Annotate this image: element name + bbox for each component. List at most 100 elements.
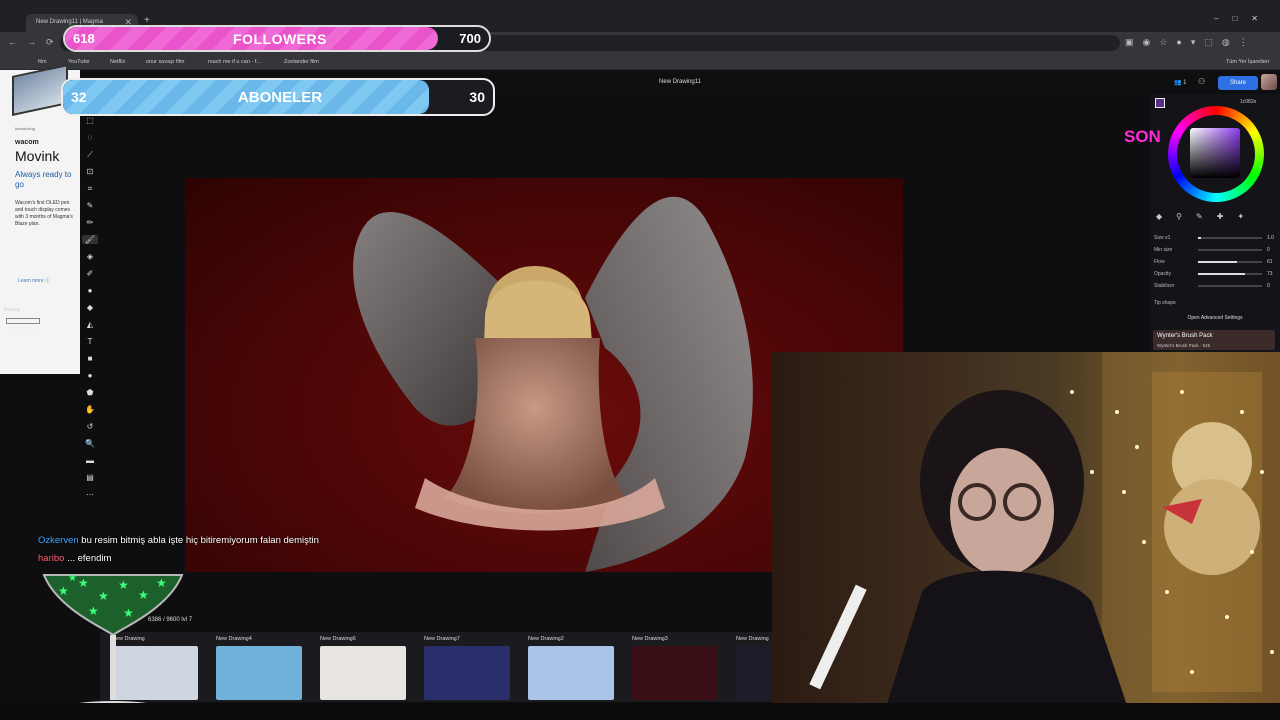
stabilizer-value: 0 — [1267, 283, 1270, 289]
extension-icons[interactable]: ▣◉☆●▾⬚◍⋮ — [1125, 37, 1257, 48]
eraser-icon[interactable]: ◈ — [82, 252, 98, 261]
svg-text:★: ★ — [156, 576, 167, 590]
gallery-thumbnail[interactable] — [424, 646, 510, 700]
svg-text:★: ★ — [118, 578, 129, 592]
ellipse-icon[interactable]: ● — [82, 371, 98, 380]
hex-value[interactable]: 1c082e — [1240, 99, 1256, 105]
gallery-thumbnail[interactable] — [528, 646, 614, 700]
gallery-card[interactable]: New Drawing6 — [308, 632, 406, 702]
remove-ads-link[interactable]: ⊘ Remove ads — [8, 331, 42, 337]
magic-wand-icon[interactable]: ⟋ — [82, 150, 98, 160]
gallery-card[interactable]: New Drawing3 — [620, 632, 718, 702]
all-bookmarks[interactable]: Tüm Yer İşaretleri — [1226, 59, 1269, 65]
opacity-value: 73 — [1267, 271, 1273, 277]
ad-intro: Introducing — [15, 126, 35, 131]
bookmark-item[interactable]: Netflix — [110, 59, 125, 65]
bookmark-item[interactable]: onur savaşı film — [146, 59, 185, 65]
rotate-icon[interactable]: ↺ — [82, 422, 98, 431]
gallery-thumbnail[interactable] — [632, 646, 718, 700]
gallery-card-label: New Drawing2 — [528, 636, 564, 642]
reference-icon[interactable]: ▤ — [82, 473, 98, 482]
fill-icon[interactable]: ◆ — [82, 303, 98, 312]
brush-pack-title: Wynter's Brush Pack — [1157, 333, 1213, 339]
svg-text:★: ★ — [123, 606, 134, 620]
size-label: Size x1 — [1154, 235, 1171, 241]
text-icon[interactable]: T — [82, 337, 98, 346]
xp-progress-text: 6386 / 9600 lvl 7 — [148, 617, 193, 623]
add-user-icon[interactable]: ⚇ — [1198, 77, 1205, 86]
drawings-gallery: New Drawing New Drawing4 New Drawing6 New D… — [100, 632, 822, 702]
window-controls[interactable]: –□✕ — [1214, 14, 1272, 23]
brush-mode-icons[interactable]: ◆⚲✎✚✦ — [1156, 212, 1258, 221]
saturation-value-square[interactable] — [1190, 128, 1240, 178]
subs-goal: 30 — [469, 89, 485, 105]
opacity-slider[interactable] — [1198, 273, 1262, 275]
nav-icons[interactable]: ←→⟳ — [8, 37, 64, 48]
bookmark-item[interactable]: YouTube — [68, 59, 90, 65]
min-size-slider[interactable] — [1198, 249, 1262, 251]
gallery-card[interactable]: New Drawing7 — [412, 632, 510, 702]
size-slider[interactable] — [1198, 237, 1262, 239]
chat-message: Ozkerven bu resim bitmiş abla işte hiç b… — [38, 535, 319, 546]
followers-current: 618 — [73, 31, 95, 46]
svg-text:★: ★ — [138, 588, 149, 602]
svg-text:★: ★ — [88, 604, 99, 618]
size-value: 1.0 — [1267, 235, 1274, 241]
stabilizer-label: Stabilizer — [1154, 283, 1175, 289]
goal-glass-widget: ★★★ ★★★ ★ ★★ — [42, 573, 184, 713]
crop-icon[interactable]: ⌗ — [82, 184, 98, 194]
bookmark-item[interactable]: film — [38, 59, 47, 65]
webcam-image — [809, 352, 1280, 720]
gallery-card[interactable]: New Drawing2 — [516, 632, 614, 702]
smudge-icon[interactable]: ✐ — [82, 269, 98, 278]
gallery-card-label: New Drawing — [736, 636, 769, 642]
gallery-card-label: New Drawing3 — [632, 636, 668, 642]
followers-label: FOLLOWERS — [233, 31, 327, 47]
overlay-side-text: SON — [1124, 127, 1161, 146]
privacy-label: Privacy — [4, 307, 21, 313]
pencil-icon[interactable]: ✏ — [82, 218, 98, 227]
avatar[interactable] — [1261, 74, 1277, 90]
svg-text:★: ★ — [68, 573, 77, 584]
bookmark-item[interactable]: mach me if u can - f... — [208, 59, 261, 65]
tool-sidebar: ⬚ ◌ ⟋ ⊡ ⌗ ✎ ✏ 🖌 ◈ ✐ ● ◆ ◭ T ■ ● ⬟ ✋ ↺ 🔍 … — [82, 110, 98, 510]
bottom-strip — [0, 703, 1280, 720]
rectangle-icon[interactable]: ■ — [82, 354, 98, 363]
opacity-label: Opacity — [1154, 271, 1171, 277]
eyedropper-icon[interactable]: ✎ — [82, 201, 98, 210]
gallery-card[interactable]: New Drawing4 — [204, 632, 302, 702]
ad-description: Wacom's first OLED pen and touch display… — [15, 200, 73, 227]
shape-icon[interactable]: ⬟ — [82, 388, 98, 397]
ad-learn-more-link[interactable]: Learn more ⓘ — [18, 277, 50, 284]
comment-icon[interactable]: ▬ — [82, 456, 98, 465]
hand-icon[interactable]: ✋ — [82, 405, 98, 414]
flow-label: Flow — [1154, 259, 1165, 265]
brush-icon[interactable]: 🖌 — [82, 235, 98, 244]
gradient-icon[interactable]: ◭ — [82, 320, 98, 329]
gallery-card-label: New Drawing7 — [424, 636, 460, 642]
min-size-value: 0 — [1267, 247, 1270, 253]
bookmarks-bar: film YouTube Netflix onur savaşı film ma… — [0, 54, 1280, 70]
chat-username: Ozkerven — [38, 535, 79, 546]
flow-value: 61 — [1267, 259, 1273, 265]
svg-text:★: ★ — [78, 576, 89, 590]
select-tool-icon[interactable]: ⬚ — [82, 116, 98, 125]
flow-slider[interactable] — [1198, 261, 1262, 263]
advanced-settings-button[interactable]: Open Advanced Settings — [1154, 315, 1276, 321]
gallery-thumbnail[interactable] — [320, 646, 406, 700]
privacy-controls[interactable] — [6, 318, 40, 324]
user-count: 👥 1 — [1174, 80, 1187, 86]
lasso-tool-icon[interactable]: ◌ — [82, 133, 98, 142]
share-button[interactable]: Share — [1218, 76, 1258, 90]
gallery-thumbnail[interactable] — [216, 646, 302, 700]
tip-shape-label: Tip shape — [1154, 300, 1176, 306]
bookmark-item[interactable]: Zoolander film — [284, 59, 319, 65]
transform-icon[interactable]: ⊡ — [82, 167, 98, 176]
svg-text:★: ★ — [58, 584, 69, 598]
subs-goal-bar: 32 ABONELER 30 — [61, 78, 495, 116]
zoom-icon[interactable]: 🔍 — [82, 439, 98, 448]
more-icon[interactable]: ⋯ — [82, 490, 98, 499]
blur-icon[interactable]: ● — [82, 286, 98, 295]
color-swatch[interactable] — [1155, 98, 1165, 108]
stabilizer-slider[interactable] — [1198, 285, 1262, 287]
